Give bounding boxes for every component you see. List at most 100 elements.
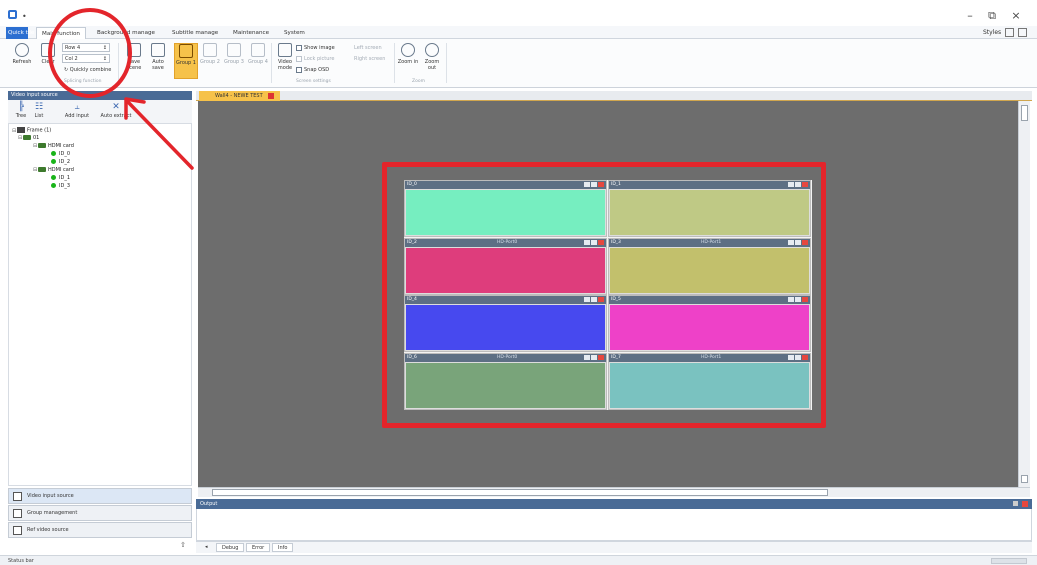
video-window[interactable]: ID_0: [404, 180, 607, 237]
window-minimize-icon[interactable]: [584, 239, 590, 245]
window-minimize-icon[interactable]: [788, 354, 794, 360]
tab-maintenance[interactable]: Maintenance: [228, 27, 274, 39]
scroll-thumb[interactable]: [212, 489, 828, 496]
scroll-thumb[interactable]: [1021, 105, 1028, 121]
list-view-button[interactable]: ☷ List: [32, 102, 46, 119]
theme-selector[interactable]: Styles: [983, 28, 1027, 37]
window-minimize-icon[interactable]: [788, 239, 794, 245]
window-maximize-icon[interactable]: [795, 182, 801, 187]
auto-save-button[interactable]: Auto save: [146, 43, 170, 71]
left-screen-button[interactable]: Left screen: [354, 44, 382, 52]
right-screen-button[interactable]: Right screen: [354, 55, 385, 63]
tree-child-node[interactable]: ⊟ 01: [18, 135, 39, 142]
group4-button[interactable]: Group 4: [246, 43, 270, 65]
tab-system[interactable]: System: [279, 27, 310, 39]
group1-button[interactable]: Group 1: [174, 43, 198, 79]
window-minimize-icon[interactable]: [584, 297, 590, 302]
video-window[interactable]: ID_6 HD-Port0: [404, 352, 607, 410]
tree-input-node[interactable]: ID_3: [51, 183, 70, 190]
zoom-in-button[interactable]: Zoom in: [396, 43, 420, 65]
sidebar-section-group-management[interactable]: Group management: [8, 505, 192, 521]
tree-input-node[interactable]: ID_1: [51, 175, 70, 182]
app-logo-icon[interactable]: [8, 10, 17, 19]
window-title-bar[interactable]: ID_4: [405, 296, 606, 304]
window-label: ID_7: [611, 354, 621, 360]
tree-card-node[interactable]: ⊟ HDMI card: [33, 167, 74, 174]
zoom-out-button[interactable]: Zoom out: [420, 43, 444, 71]
tree-view-button[interactable]: ╠ Tree: [14, 102, 28, 119]
video-window[interactable]: ID_3 HD-Port1: [608, 237, 811, 295]
window-minimize-icon[interactable]: [584, 354, 590, 360]
vertical-scrollbar[interactable]: [1018, 101, 1030, 487]
window-close-icon[interactable]: [598, 354, 604, 360]
window-maximize-icon[interactable]: [795, 354, 801, 360]
add-input-button[interactable]: ⫠ Add input: [60, 102, 94, 119]
document-tab[interactable]: Wall4 - NEWE TEST: [199, 91, 280, 101]
sidebar-section-ref-video[interactable]: Ref video source: [8, 522, 192, 538]
output-log[interactable]: [196, 509, 1032, 541]
tree-card-node[interactable]: ⊟ HDMI card: [33, 143, 74, 150]
video-window[interactable]: ID_5: [608, 295, 811, 352]
window-close-icon[interactable]: [598, 182, 604, 187]
quick-access-dot[interactable]: •: [22, 12, 27, 21]
window-maximize-icon[interactable]: [591, 354, 597, 360]
video-window[interactable]: ID_4: [404, 295, 607, 352]
refresh-button[interactable]: Refresh: [10, 43, 34, 65]
window-title-bar[interactable]: ID_5: [609, 296, 810, 304]
scroll-down-button[interactable]: [1021, 475, 1028, 483]
snap-osd-checkbox[interactable]: Snap OSD: [296, 66, 329, 74]
video-wall[interactable]: ID_0 ID_1 ID_2 HD-Port0 ID_3 HD-Port1 ID_4 ID_5…: [404, 180, 812, 410]
window-close-icon[interactable]: [802, 354, 808, 360]
window-title-bar[interactable]: ID_1: [609, 181, 810, 189]
window-maximize-icon[interactable]: [591, 239, 597, 245]
window-maximize-icon[interactable]: [795, 239, 801, 245]
window-title-bar[interactable]: ID_0: [405, 181, 606, 189]
video-window[interactable]: ID_7 HD-Port1: [608, 352, 811, 410]
pin-icon[interactable]: ⇧: [180, 541, 186, 549]
minimize-button[interactable]: –: [962, 9, 978, 22]
video-window[interactable]: ID_1: [608, 180, 811, 237]
auto-extract-button[interactable]: ✕ Auto extract: [98, 102, 134, 119]
window-title-bar[interactable]: ID_3 HD-Port1: [609, 238, 810, 247]
tree-root-node[interactable]: ⊟ Frame (1): [12, 127, 51, 135]
sidebar-section-video-input[interactable]: Video input source: [8, 488, 192, 504]
tab-quick-tile[interactable]: Quick tile: [6, 27, 34, 39]
tab-nav-arrow-icon[interactable]: ◂: [200, 543, 213, 552]
window-minimize-icon[interactable]: [788, 297, 794, 302]
group2-button[interactable]: Group 2: [198, 43, 222, 65]
window-maximize-icon[interactable]: [795, 297, 801, 302]
window-title-bar[interactable]: ID_2 HD-Port0: [405, 238, 606, 247]
resize-grip-icon[interactable]: [991, 558, 1027, 564]
window-close-icon[interactable]: [598, 239, 604, 245]
window-minimize-icon[interactable]: [788, 182, 794, 187]
tab-subtitle-manage[interactable]: Subtitle manage: [167, 27, 223, 39]
video-window[interactable]: ID_2 HD-Port0: [404, 237, 607, 295]
group2-label: Group 2: [200, 59, 220, 65]
window-close-icon[interactable]: [802, 297, 808, 302]
window-maximize-icon[interactable]: [591, 182, 597, 187]
close-button[interactable]: ×: [1008, 9, 1024, 22]
window-title-bar[interactable]: ID_7 HD-Port1: [609, 353, 810, 362]
window-close-icon[interactable]: [802, 182, 808, 187]
video-mode-button[interactable]: Video mode: [273, 43, 297, 71]
pin-icon[interactable]: [1013, 501, 1018, 506]
maximize-button[interactable]: ⧉: [984, 9, 1000, 23]
close-icon[interactable]: [1022, 501, 1028, 507]
close-tab-icon[interactable]: [267, 92, 274, 99]
horizontal-scrollbar[interactable]: [198, 487, 1030, 497]
window-title-bar[interactable]: ID_6 HD-Port0: [405, 353, 606, 362]
lock-picture-checkbox[interactable]: Lock picture: [296, 55, 334, 63]
tree-input-node[interactable]: ID_0: [51, 151, 70, 158]
tab-error[interactable]: Error: [246, 543, 271, 552]
window-minimize-icon[interactable]: [584, 182, 590, 187]
tab-debug[interactable]: Debug: [216, 543, 245, 552]
tab-info[interactable]: Info: [272, 543, 294, 552]
window-close-icon[interactable]: [598, 297, 604, 302]
title-bar: • – ⧉ ×: [0, 0, 1037, 26]
tree-input-node[interactable]: ID_2: [51, 159, 70, 166]
window-close-icon[interactable]: [802, 239, 808, 245]
group4-label: Group 4: [248, 59, 268, 65]
window-maximize-icon[interactable]: [591, 297, 597, 302]
group3-button[interactable]: Group 3: [222, 43, 246, 65]
show-image-checkbox[interactable]: Show image: [296, 44, 335, 52]
